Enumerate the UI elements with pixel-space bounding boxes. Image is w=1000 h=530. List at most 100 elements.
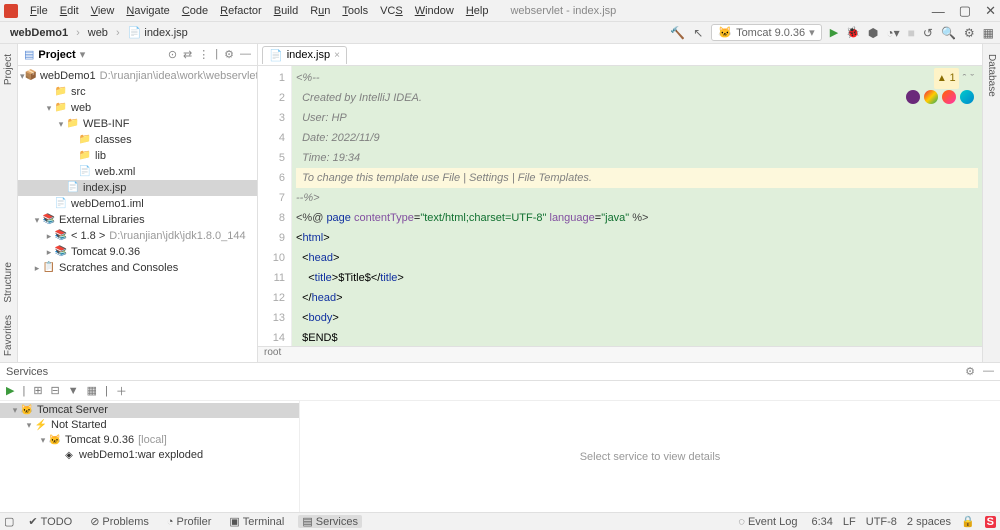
tree-row[interactable]: 📄web.xml (18, 164, 257, 180)
menubar: File Edit View Navigate Code Refactor Bu… (0, 0, 1000, 22)
tab-terminal[interactable]: ▣ Terminal (225, 515, 288, 528)
services-expand-icon[interactable]: ⊞ (33, 384, 42, 397)
tree-row[interactable]: ▸📚Tomcat 9.0.36 (18, 244, 257, 260)
project-panel-title: Project (38, 49, 75, 61)
toolwindow-icon[interactable]: ▢ (4, 515, 14, 528)
hide-icon[interactable]: — (240, 48, 251, 61)
minimize-button[interactable]: — (932, 4, 945, 19)
search-icon[interactable]: 🔍 (941, 26, 956, 40)
service-row[interactable]: ◈webDemo1:war exploded (0, 448, 299, 463)
tab-structure[interactable]: Structure (3, 262, 14, 303)
tab-services[interactable]: ▤ Services (298, 515, 362, 528)
browser-chrome-icon (924, 90, 938, 104)
tree-row[interactable]: ▸📚< 1.8 >D:\ruanjian\jdk\jdk1.8.0_144 (18, 228, 257, 244)
service-row[interactable]: ▾🐱Tomcat 9.0.36 [local] (0, 433, 299, 448)
statusbar: ▢ ✔ TODO ⊘ Problems ◔ Profiler ▣ Termina… (0, 512, 1000, 530)
tab-eventlog[interactable]: ◌ Event Log (734, 516, 801, 528)
tab-problems[interactable]: ⊘ Problems (86, 515, 153, 528)
tab-project[interactable]: Project (3, 54, 14, 85)
tree-row[interactable]: 📁lib (18, 148, 257, 164)
cursor-pos[interactable]: 6:34 (811, 516, 832, 528)
tree-row[interactable]: 📄webDemo1.iml (18, 196, 257, 212)
menu-build[interactable]: Build (268, 3, 304, 19)
services-group-icon[interactable]: ▦ (87, 384, 97, 397)
menu-help[interactable]: Help (460, 3, 495, 19)
left-toolwindow-bar: Project Structure Favorites (0, 44, 18, 362)
tree-row[interactable]: ▾📚External Libraries (18, 212, 257, 228)
menu-file[interactable]: File (24, 3, 54, 19)
ime-icon[interactable]: S (985, 516, 996, 528)
select-icon[interactable]: ⇄ (183, 48, 192, 61)
menu-view[interactable]: View (85, 3, 121, 19)
menu-code[interactable]: Code (176, 3, 214, 19)
tree-row[interactable]: 📁src (18, 84, 257, 100)
debug-button[interactable]: 🐞 (846, 26, 860, 39)
editor-tab-index[interactable]: 📄 index.jsp × (262, 46, 347, 64)
menu-tools[interactable]: Tools (336, 3, 374, 19)
line-gutter: 123456789101112131415 (258, 66, 292, 346)
crumb-mid[interactable]: web (84, 26, 112, 40)
service-row[interactable]: ▾🐱Tomcat Server (0, 403, 299, 418)
indent[interactable]: 2 spaces (907, 516, 951, 528)
tab-database[interactable]: Database (986, 54, 997, 97)
close-button[interactable]: ✕ (985, 3, 996, 19)
close-icon[interactable]: × (334, 50, 340, 61)
project-tree[interactable]: ▾📦webDemo1D:\ruanjian\idea\work\webservl… (18, 66, 257, 362)
tree-row[interactable]: ▾📁WEB-INF (18, 116, 257, 132)
lock-icon[interactable]: 🔒 (961, 515, 975, 528)
right-toolwindow-bar: Database (982, 44, 1000, 362)
coverage-icon[interactable]: ⬢ (868, 26, 878, 40)
tree-row[interactable]: 📄index.jsp (18, 180, 257, 196)
tree-row[interactable]: ▾📦webDemo1D:\ruanjian\idea\work\webservl… (18, 68, 257, 84)
editor-panel: 📄 index.jsp × 123456789101112131415 ▲ 1 … (258, 44, 982, 362)
encoding[interactable]: UTF-8 (866, 516, 897, 528)
menu-window[interactable]: Window (409, 3, 460, 19)
services-collapse-icon[interactable]: ⊟ (51, 384, 60, 397)
vcs-icon[interactable]: ↺ (923, 26, 933, 40)
services-tree[interactable]: ▾🐱Tomcat Server▾⚡Not Started▾🐱Tomcat 9.0… (0, 401, 300, 512)
breadcrumb: webDemo1 › web › 📄 index.jsp (6, 25, 192, 40)
navbar: webDemo1 › web › 📄 index.jsp 🔨 ↖ 🐱 Tomca… (0, 22, 1000, 44)
browser-icons[interactable] (906, 90, 974, 104)
profile-icon[interactable]: ◔▾ (886, 26, 899, 40)
maximize-button[interactable]: ▢ (959, 3, 971, 19)
menu-refactor[interactable]: Refactor (214, 3, 268, 19)
service-row[interactable]: ▾⚡Not Started (0, 418, 299, 433)
tree-row[interactable]: 📁classes (18, 132, 257, 148)
crumb-root[interactable]: webDemo1 (6, 26, 72, 40)
menu-edit[interactable]: Edit (54, 3, 85, 19)
collapse-icon[interactable]: ⊙ (168, 48, 177, 61)
build-icon[interactable]: 🔨 (670, 26, 685, 40)
back-icon[interactable]: ↖ (693, 26, 703, 40)
services-hide-icon[interactable]: — (983, 365, 994, 378)
browser-firefox-icon (942, 90, 956, 104)
stop-button[interactable]: ■ (908, 26, 915, 40)
menu-navigate[interactable]: Navigate (120, 3, 175, 19)
services-toolbar: ▶ | ⊞ ⊟ ▼ ▦ | ＋ (0, 381, 1000, 401)
ide-icon[interactable]: ▦ (983, 26, 994, 40)
code-area[interactable]: ▲ 1 ˆ ˇ <%-- Created by IntelliJ IDEA. U… (292, 66, 982, 346)
tree-row[interactable]: ▸📋Scratches and Consoles (18, 260, 257, 276)
services-add-icon[interactable]: ＋ (116, 383, 127, 399)
tab-favorites[interactable]: Favorites (3, 315, 14, 356)
run-config-dropdown[interactable]: 🐱 Tomcat 9.0.36 ▾ (711, 24, 821, 41)
gear-icon[interactable]: ⚙ (224, 48, 234, 61)
tab-todo[interactable]: ✔ TODO (24, 515, 76, 528)
services-gear-icon[interactable]: ⚙ (965, 365, 975, 378)
chevron-down-icon[interactable]: ˇ (970, 69, 974, 89)
line-sep[interactable]: LF (843, 516, 856, 528)
warning-badge[interactable]: ▲ 1 (934, 68, 959, 89)
browser-ij-icon (906, 90, 920, 104)
chevron-up-icon[interactable]: ˆ (963, 69, 967, 89)
menu-run[interactable]: Run (304, 3, 336, 19)
editor-crumb[interactable]: root (258, 346, 982, 362)
settings-icon[interactable]: ⚙ (964, 26, 975, 40)
tree-row[interactable]: ▾📁web (18, 100, 257, 116)
crumb-file[interactable]: 📄 index.jsp (124, 25, 192, 40)
tab-profiler[interactable]: ◔ Profiler (163, 516, 216, 528)
services-filter-icon[interactable]: ▼ (68, 385, 79, 397)
run-button[interactable]: ▶ (830, 26, 838, 39)
services-run-button[interactable]: ▶ (6, 384, 14, 397)
expand-icon[interactable]: ⋮ (198, 48, 209, 61)
menu-vcs[interactable]: VCS (374, 3, 409, 19)
